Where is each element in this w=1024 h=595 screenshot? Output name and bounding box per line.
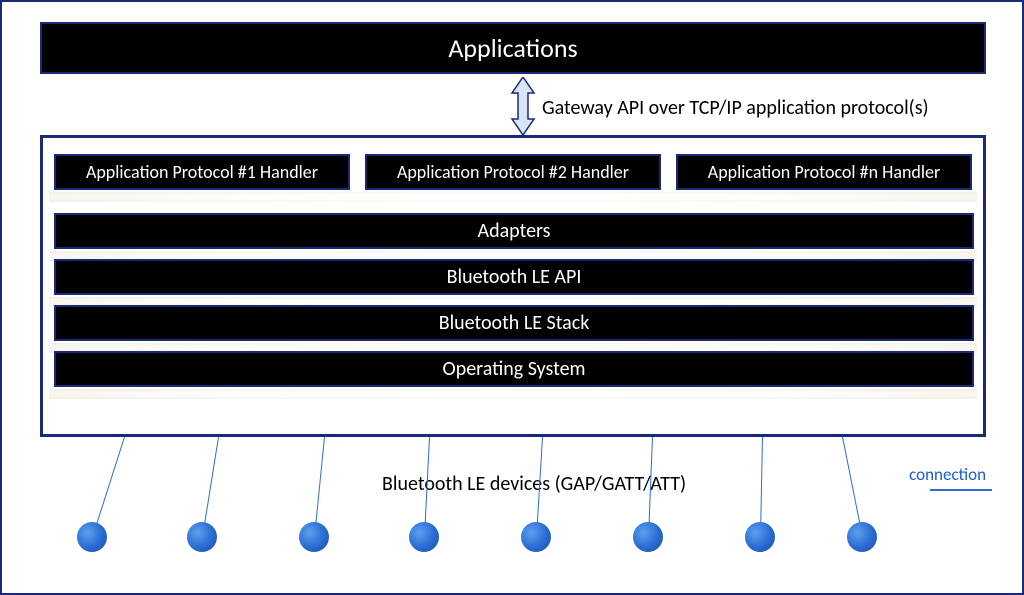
gateway-api-label: Gateway API over TCP/IP application prot… xyxy=(542,96,929,120)
handler-block-2: Application Protocol #2 Handler xyxy=(365,154,661,190)
ble-device-node-icon xyxy=(847,522,877,552)
gateway-api-arrow-icon xyxy=(510,77,536,135)
ble-device-node-icon xyxy=(633,522,663,552)
ble-device-node-icon xyxy=(187,522,217,552)
legend-connection-label: connection xyxy=(909,464,986,485)
os-block: Operating System xyxy=(54,351,974,387)
ble-stack-block: Bluetooth LE Stack xyxy=(54,305,974,341)
ble-device-node-icon xyxy=(299,522,329,552)
legend-line-icon xyxy=(930,489,992,491)
legend-text: connection xyxy=(909,464,986,485)
applications-label: Applications xyxy=(448,32,577,64)
adapters-label: Adapters xyxy=(478,219,551,243)
os-label: Operating System xyxy=(442,357,585,381)
handler-1-label: Application Protocol #1 Handler xyxy=(86,161,318,183)
adapters-block: Adapters xyxy=(54,213,974,249)
gateway-api-text: Gateway API over TCP/IP application prot… xyxy=(542,96,929,120)
ble-device-node-icon xyxy=(521,522,551,552)
ble-device-node-icon xyxy=(77,522,107,552)
handler-n-label: Application Protocol #n Handler xyxy=(708,161,940,183)
ble-device-node-icon xyxy=(409,522,439,552)
handler-block-n: Application Protocol #n Handler xyxy=(676,154,972,190)
ble-api-label: Bluetooth LE API xyxy=(447,265,582,289)
handler-block-1: Application Protocol #1 Handler xyxy=(54,154,350,190)
handler-2-label: Application Protocol #2 Handler xyxy=(397,161,629,183)
ble-stack-label: Bluetooth LE Stack xyxy=(439,311,590,335)
applications-block: Applications xyxy=(40,22,986,74)
ble-device-node-icon xyxy=(745,522,775,552)
ble-api-block: Bluetooth LE API xyxy=(54,259,974,295)
